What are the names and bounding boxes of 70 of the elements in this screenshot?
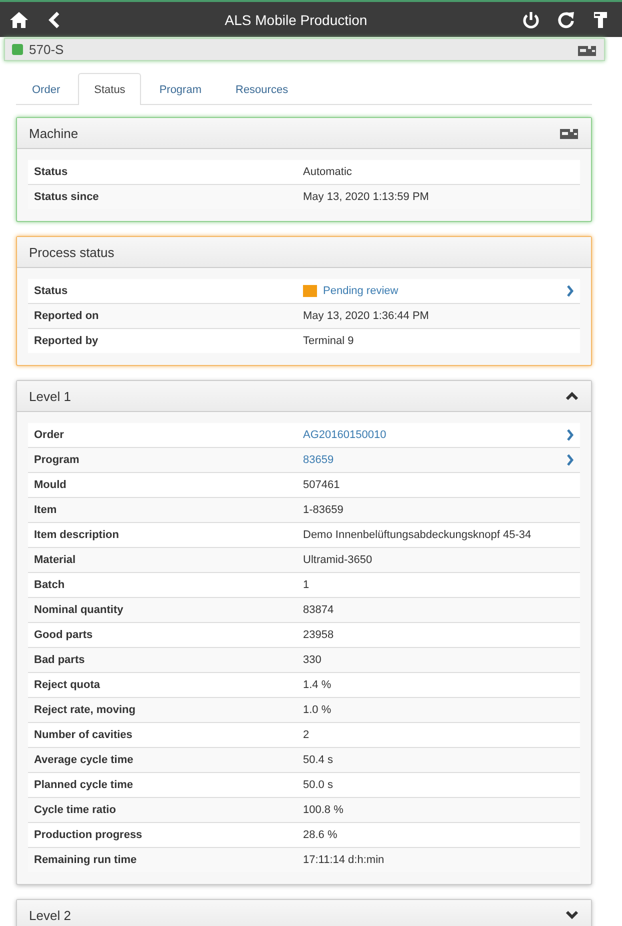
row-link[interactable]: AG20160150010 xyxy=(303,429,386,441)
link-row[interactable]: Status Pending review xyxy=(28,279,580,304)
row-value: 330 xyxy=(303,654,322,666)
row-value: Ultramid-3650 xyxy=(303,554,372,566)
row-label: Nominal quantity xyxy=(34,604,124,616)
row-label: Program xyxy=(34,454,80,466)
row-label: Material xyxy=(34,554,77,566)
row-value: 28.6 % xyxy=(303,829,338,841)
link-row[interactable]: Order AG20160150010 xyxy=(28,423,580,448)
row-label: Status xyxy=(34,166,69,178)
panel-header[interactable]: Level 1 xyxy=(17,381,591,412)
row-value: 2 xyxy=(303,729,310,741)
row-label: Batch xyxy=(34,579,66,591)
row-label: Bad parts xyxy=(34,654,86,666)
row-label: Production progress xyxy=(34,829,144,841)
row-value: 83874 xyxy=(303,604,334,616)
row-label: Number of cavities xyxy=(34,729,134,741)
panel-title: Level 2 xyxy=(29,908,71,922)
row-value: 1 xyxy=(303,579,310,591)
row-label: Status since xyxy=(34,191,100,203)
row-value: 1-83659 xyxy=(303,504,344,516)
power-icon[interactable] xyxy=(522,10,540,28)
panel-title: Level 1 xyxy=(29,388,71,404)
row-value: May 13, 2020 1:36:44 PM xyxy=(303,310,429,322)
row-link[interactable]: Pending review xyxy=(323,285,398,297)
row-label: Mould xyxy=(34,479,68,491)
row-label: Reject quota xyxy=(34,679,102,691)
panel-title: Process status xyxy=(29,244,114,260)
chevron-right-icon xyxy=(566,454,574,466)
row-value: 50.4 s xyxy=(303,754,333,766)
row-value: Automatic xyxy=(303,166,352,178)
row-value: Terminal 9 xyxy=(303,335,354,347)
tab[interactable]: Status xyxy=(78,73,142,105)
row-value: 507461 xyxy=(303,479,340,491)
row-value: 100.8 % xyxy=(303,804,344,816)
chevron-right-icon xyxy=(566,429,574,441)
row-label: Reported by xyxy=(34,335,100,347)
row-label: Order xyxy=(34,429,65,441)
back-icon[interactable] xyxy=(48,10,60,28)
refresh-icon[interactable] xyxy=(557,10,575,28)
tab[interactable]: Program xyxy=(143,73,218,105)
chevron-right-icon xyxy=(566,285,574,297)
panel-title: Machine xyxy=(29,126,78,140)
chevron-up-icon[interactable] xyxy=(565,391,579,401)
row-value: Demo Innenbelüftungsabdeckungsknopf 45-34 xyxy=(303,529,532,541)
row-label: Remaining run time xyxy=(34,854,138,866)
row-label: Item xyxy=(34,504,58,516)
tab[interactable]: Order xyxy=(16,73,76,105)
row-label: Cycle time ratio xyxy=(34,804,117,816)
row-label: Reject rate, moving xyxy=(34,704,136,716)
row-label: Status xyxy=(34,285,69,297)
tab[interactable]: Resources xyxy=(220,73,304,105)
machine-name: 570-S xyxy=(29,42,65,57)
home-icon[interactable] xyxy=(9,10,29,28)
row-value: May 13, 2020 1:13:59 PM xyxy=(303,191,429,203)
row-label: Planned cycle time xyxy=(34,779,134,791)
row-label: Average cycle time xyxy=(34,754,134,766)
row-value: 23958 xyxy=(303,629,334,641)
row-label: Good parts xyxy=(34,629,94,641)
row-link[interactable]: 83659 xyxy=(303,454,334,466)
row-value: 50.0 s xyxy=(303,779,333,791)
row-label: Item description xyxy=(34,529,120,541)
chevron-down-icon[interactable] xyxy=(565,910,579,920)
app-title: ALS Mobile Production xyxy=(224,12,368,28)
machine-icon xyxy=(559,126,579,140)
panel-header[interactable]: Level 2 xyxy=(17,900,591,926)
row-value: 1.0 % xyxy=(303,704,332,716)
row-value: 1.4 % xyxy=(303,679,332,691)
row-value: 17:11:14 d:h:min xyxy=(303,854,384,866)
row-label: Reported on xyxy=(34,310,100,322)
